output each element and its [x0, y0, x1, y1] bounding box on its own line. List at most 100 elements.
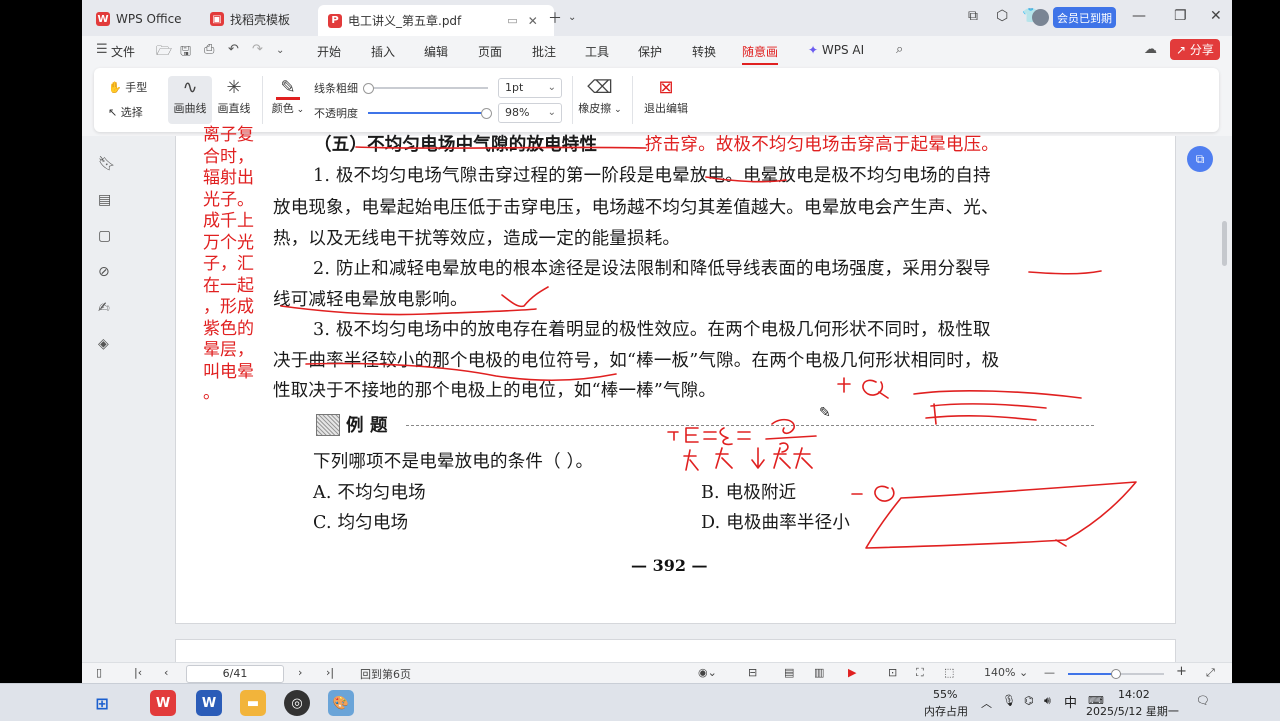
word-taskbar-icon[interactable]: W	[196, 690, 222, 716]
avatar[interactable]	[1032, 9, 1049, 26]
floating-assistant-icon[interactable]: ⧉	[1187, 146, 1213, 172]
opacity-slider-knob[interactable]	[480, 108, 492, 119]
windows-start-icon[interactable]: ⊞	[89, 690, 115, 716]
search-icon[interactable]: ⌕	[896, 42, 903, 57]
menu-wps-ai[interactable]: ✦ WPS AI	[808, 43, 864, 57]
hand-tool[interactable]: ✋ 手型	[108, 79, 147, 95]
tab-template[interactable]: ▣ 找稻壳模板	[210, 5, 290, 33]
menu-page[interactable]: 页面	[478, 43, 502, 60]
select-tool[interactable]: ↖ 选择	[108, 104, 143, 120]
fullscreen-icon[interactable]: ⛶	[916, 666, 924, 680]
eye-view-icon[interactable]: ◉⌄	[698, 666, 717, 679]
bookmark-icon[interactable]: 🔖︎	[98, 156, 116, 172]
thickness-combo[interactable]: 1pt ⌄	[498, 78, 562, 98]
tab-wps-office[interactable]: W WPS Office	[96, 5, 182, 33]
eraser-button[interactable]: ⌫ 橡皮擦 ⌄	[578, 76, 622, 116]
minimize-icon[interactable]: —	[1132, 8, 1146, 24]
tab-screen-icon[interactable]: ▭	[507, 14, 517, 27]
menu-freehand[interactable]: 随意画	[742, 43, 779, 65]
zoom-in-icon[interactable]: +	[1176, 664, 1187, 679]
thumbnail-icon[interactable]: ▤	[98, 192, 111, 208]
save-icon[interactable]: 🖫	[180, 42, 191, 64]
menu-file[interactable]: 文件	[111, 43, 135, 60]
undo-icon[interactable]: ↶	[228, 42, 239, 57]
last-page-icon[interactable]: ›|	[326, 666, 334, 679]
fit-width-icon[interactable]: ⊡	[888, 666, 897, 679]
first-page-icon[interactable]: |‹	[134, 666, 142, 679]
draw-line-button[interactable]: ✳ 画直线	[212, 76, 256, 116]
pdf-page[interactable]: 离子复 合时， 辐射出 光子。 成千上 万个光 子，汇 在一起 ，形成 紫色的 …	[175, 125, 1176, 624]
draw-curve-button[interactable]: ∿ 画曲线	[168, 76, 212, 124]
quick-access-chevron-icon[interactable]: ⌄	[276, 45, 284, 56]
color-picker-button[interactable]: ✎ 颜色 ⌄	[266, 76, 310, 116]
window-layout-icon[interactable]: ⧉	[968, 8, 978, 24]
wps-taskbar-icon[interactable]: W	[150, 690, 176, 716]
menu-edit[interactable]: 编辑	[424, 43, 448, 60]
page-indicator-input[interactable]: 6/41	[186, 665, 284, 683]
thickness-slider-knob[interactable]	[363, 83, 374, 94]
menu-start[interactable]: 开始	[317, 43, 341, 60]
microphone-icon[interactable]: 🎙	[1002, 694, 1016, 707]
menu-annotate[interactable]: 批注	[532, 43, 556, 60]
prev-page-icon[interactable]: ‹	[164, 666, 168, 679]
new-tab-icon[interactable]: ＋	[548, 8, 562, 28]
network-icon[interactable]: ⌬	[1024, 694, 1034, 707]
ink-plate	[865, 481, 1137, 549]
exit-edit-button[interactable]: ⊠ 退出编辑	[644, 76, 688, 116]
expand-icon[interactable]: ⤢	[1206, 666, 1215, 680]
vertical-scrollbar[interactable]	[1222, 221, 1227, 266]
play-icon[interactable]: ▶	[848, 666, 856, 679]
status-bar: ▯ |‹ ‹ 6/41 › ›| 回到第6页 ◉⌄ ⊟ ▤ ▥ ▶ ⊡ ⛶ ⬚ …	[82, 662, 1232, 683]
comment-icon[interactable]: ▢	[98, 228, 111, 244]
single-page-icon[interactable]: ▤	[784, 666, 794, 679]
chevron-down-icon: ⌄	[547, 107, 556, 118]
paint-icon[interactable]: 🎨	[328, 690, 354, 716]
close-window-icon[interactable]: ✕	[1210, 8, 1222, 24]
tab-close-icon[interactable]: ✕	[528, 14, 538, 28]
cloud-upload-icon[interactable]: ☁	[1144, 42, 1157, 57]
cube-icon[interactable]: ⬡	[996, 8, 1008, 24]
tray-chevron-icon[interactable]: ︿	[981, 695, 992, 711]
signature-icon[interactable]: ✍	[98, 300, 110, 316]
redo-icon[interactable]: ↷	[252, 42, 263, 57]
document-area[interactable]: 🔖︎ ▤ ▢ ⊘ ✍ ◈ 离子复 合时， 辐射出 光子。 成千上 万个光 子，汇…	[82, 125, 1232, 671]
zoom-slider-knob[interactable]	[1111, 669, 1121, 679]
open-folder-icon[interactable]: 🗁	[156, 42, 172, 64]
opacity-slider[interactable]	[368, 108, 492, 119]
zoom-level[interactable]: 140% ⌄	[984, 666, 1028, 679]
freehand-ribbon: ✋ 手型 ↖ 选择 ∿ 画曲线 ✳ 画直线 ✎ 颜色 ⌄ 线条粗细 不透明度 1…	[94, 68, 1219, 132]
clock-date[interactable]: 2025/5/12 星期一	[1086, 703, 1179, 719]
tab-list-chevron-icon[interactable]: ⌄	[568, 12, 576, 23]
print-icon[interactable]: ⎙	[204, 42, 214, 57]
thickness-slider[interactable]	[363, 83, 488, 94]
crop-icon[interactable]: ⬚	[944, 666, 954, 679]
share-button[interactable]: ↗ 分享	[1170, 39, 1220, 60]
layers-icon[interactable]: ◈	[98, 336, 109, 352]
obs-icon[interactable]: ◎	[284, 690, 310, 716]
back-to-page-link[interactable]: 回到第6页	[360, 666, 411, 682]
hamburger-menu-icon[interactable]: ☰	[96, 42, 108, 57]
opacity-combo[interactable]: 98% ⌄	[498, 103, 562, 123]
zoom-slider[interactable]	[1068, 669, 1164, 679]
menu-tools[interactable]: 工具	[585, 43, 609, 60]
attachment-icon[interactable]: ⊘	[98, 264, 110, 280]
file-explorer-icon[interactable]: ▬	[240, 690, 266, 716]
notification-icon[interactable]: 🗨	[1196, 694, 1210, 707]
next-page-icon[interactable]: ›	[298, 666, 302, 679]
zoom-out-icon[interactable]: —	[1044, 666, 1055, 679]
tab-pdf-document[interactable]: P 电工讲义_第五章.pdf ▭ ✕	[318, 5, 554, 36]
restore-icon[interactable]: ❐	[1174, 8, 1187, 24]
two-page-icon[interactable]: ▥	[814, 666, 824, 679]
opacity-label: 不透明度	[314, 107, 358, 120]
ime-indicator[interactable]: 中	[1064, 692, 1077, 711]
clock-time[interactable]: 14:02	[1118, 688, 1150, 701]
ink-electrode-scribble	[925, 403, 1047, 425]
menu-protect[interactable]: 保护	[638, 43, 662, 60]
menu-convert[interactable]: 转换	[692, 43, 716, 60]
volume-icon[interactable]: 🔊︎	[1044, 694, 1051, 708]
sidebar-toggle-icon[interactable]: ▯	[96, 666, 102, 679]
tab-label: WPS Office	[116, 12, 182, 26]
menu-insert[interactable]: 插入	[371, 43, 395, 60]
member-status-badge[interactable]: 会员已到期	[1053, 7, 1116, 28]
fit-height-icon[interactable]: ⊟	[748, 666, 757, 679]
